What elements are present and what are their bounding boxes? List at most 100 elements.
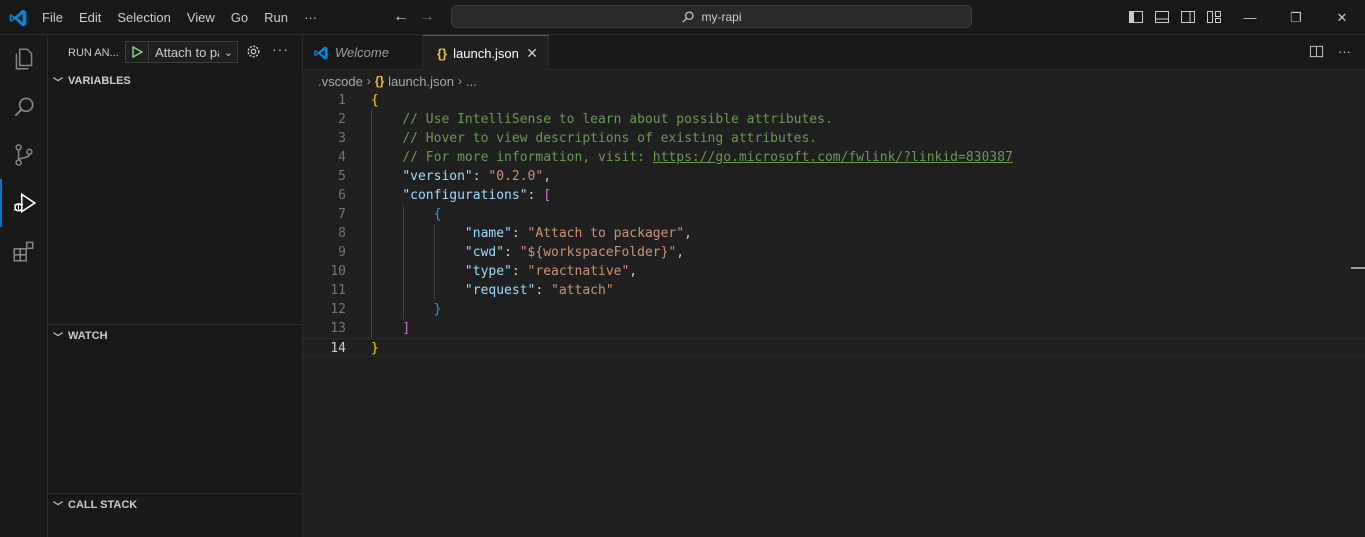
close-icon[interactable]: ✕	[526, 45, 538, 62]
more-actions-icon[interactable]: ···	[1338, 44, 1351, 59]
code-line[interactable]: 11 "request": "attach"	[303, 281, 1365, 300]
toggle-panel-icon[interactable]	[1154, 9, 1170, 25]
layout-controls	[1128, 9, 1222, 25]
code-token: // For more information, visit:	[402, 150, 653, 165]
code-line[interactable]: 13 ]	[303, 319, 1365, 338]
code-token[interactable]: https://go.microsoft.com/fwlink/?linkid=…	[653, 150, 1013, 165]
code-token: "name"	[464, 226, 512, 241]
breadcrumb-more[interactable]: ...	[466, 74, 477, 89]
code-line[interactable]: 5 "version": "0.2.0",	[303, 167, 1365, 186]
debug-config-select[interactable]: Attach to packager ⌄	[125, 41, 238, 63]
run-and-debug-icon[interactable]	[0, 179, 48, 227]
code-line[interactable]: 8 "name": "Attach to packager",	[303, 224, 1365, 243]
search-icon[interactable]	[0, 83, 48, 131]
code-line[interactable]: 14}	[303, 338, 1365, 357]
code-text: "version": "0.2.0",	[371, 167, 551, 186]
menu-file[interactable]: File	[34, 10, 71, 25]
code-token: "configurations"	[402, 188, 528, 203]
breadcrumb: .vscode › {} launch.json › ...	[318, 71, 477, 91]
tab-welcome[interactable]: Welcome	[303, 35, 423, 70]
code-token: ]	[402, 321, 411, 336]
code-line[interactable]: 7 {	[303, 205, 1365, 224]
call-stack-section-header[interactable]: ﹀ CALL STACK	[48, 493, 303, 516]
watch-section-header[interactable]: ﹀ WATCH	[48, 324, 303, 347]
code-token: "0.2.0"	[488, 169, 544, 184]
code-token: :	[511, 226, 528, 241]
breadcrumb-file[interactable]: launch.json	[388, 74, 454, 89]
sidebar-title: RUN AN...	[68, 46, 119, 59]
command-center-search[interactable]: my-rapi	[451, 5, 972, 28]
more-actions-icon[interactable]: ···	[272, 41, 289, 57]
code-line[interactable]: 10 "type": "reactnative",	[303, 262, 1365, 281]
back-arrow-icon[interactable]: ←	[393, 8, 409, 26]
code-token: }	[371, 341, 379, 356]
restore-icon[interactable]: ❐	[1273, 0, 1319, 35]
code-token: ,	[543, 169, 552, 184]
code-token: }	[433, 302, 442, 317]
menu-more[interactable]: ···	[296, 10, 325, 25]
tab-launch-json[interactable]: {} launch.json ✕	[423, 35, 549, 70]
toggle-secondary-sidebar-icon[interactable]	[1180, 9, 1196, 25]
run-debug-sidebar: RUN AN... Attach to packager ⌄ ··· ﹀ VAR…	[48, 35, 303, 537]
minimize-icon[interactable]: —	[1227, 0, 1273, 35]
menu-run[interactable]: Run	[256, 10, 296, 25]
explorer-icon[interactable]	[0, 35, 48, 83]
code-line[interactable]: 6 "configurations": [	[303, 186, 1365, 205]
config-name: Attach to packager	[155, 44, 219, 60]
code-token: // Use IntelliSense to learn about possi…	[402, 112, 833, 127]
code-line[interactable]: 1{	[303, 91, 1365, 110]
breadcrumb-folder[interactable]: .vscode	[318, 74, 363, 89]
customize-layout-icon[interactable]	[1206, 9, 1222, 25]
close-window-icon[interactable]: ✕	[1319, 0, 1365, 35]
vscode-icon	[314, 45, 328, 60]
code-token: "version"	[402, 169, 473, 184]
forward-arrow-icon[interactable]: →	[419, 8, 435, 26]
code-token: "type"	[464, 264, 512, 279]
chevron-down-icon[interactable]: ⌄	[224, 46, 237, 59]
code-token: // Hover to view descriptions of existin…	[402, 131, 818, 146]
start-debugging-icon[interactable]	[126, 42, 149, 62]
gear-icon[interactable]	[246, 44, 261, 59]
variables-section-header[interactable]: ﹀ VARIABLES	[48, 70, 303, 92]
code-token: [	[543, 188, 552, 203]
menu-bar: File Edit Selection View Go Run ···	[34, 0, 325, 35]
chevron-down-icon: ﹀	[53, 77, 63, 89]
variables-label: VARIABLES	[68, 75, 131, 87]
code-token: ,	[629, 264, 638, 279]
source-control-icon[interactable]	[0, 131, 48, 179]
code-editor[interactable]: 1{2 // Use IntelliSense to learn about p…	[303, 91, 1365, 537]
line-number: 9	[338, 245, 346, 260]
line-number: 4	[338, 150, 346, 165]
code-text: // Use IntelliSense to learn about possi…	[371, 110, 833, 129]
chevron-right-icon: ›	[457, 74, 462, 88]
menu-selection[interactable]: Selection	[109, 10, 178, 25]
editor-tabs: Welcome {} launch.json ✕ ···	[303, 35, 1365, 70]
workspace-name: my-rapi	[701, 9, 742, 24]
menu-edit[interactable]: Edit	[71, 10, 109, 25]
extensions-icon[interactable]	[0, 227, 48, 275]
code-text: "configurations": [	[371, 186, 551, 205]
chevron-right-icon: ›	[366, 74, 371, 88]
code-line[interactable]: 9 "cwd": "${workspaceFolder}",	[303, 243, 1365, 262]
json-braces-icon: {}	[374, 74, 385, 88]
menu-go[interactable]: Go	[223, 10, 256, 25]
toggle-primary-sidebar-icon[interactable]	[1128, 9, 1144, 25]
split-editor-icon[interactable]	[1309, 44, 1324, 59]
code-token: :	[511, 264, 528, 279]
code-text: "cwd": "${workspaceFolder}",	[371, 243, 684, 262]
code-line[interactable]: 3 // Hover to view descriptions of exist…	[303, 129, 1365, 148]
menu-view[interactable]: View	[179, 10, 223, 25]
code-line[interactable]: 12 }	[303, 300, 1365, 319]
code-token: "${workspaceFolder}"	[519, 245, 677, 260]
code-line[interactable]: 4 // For more information, visit: https:…	[303, 148, 1365, 167]
code-token: :	[504, 245, 520, 260]
code-line[interactable]: 2 // Use IntelliSense to learn about pos…	[303, 110, 1365, 129]
line-number: 3	[338, 131, 346, 146]
code-token: {	[433, 207, 442, 222]
